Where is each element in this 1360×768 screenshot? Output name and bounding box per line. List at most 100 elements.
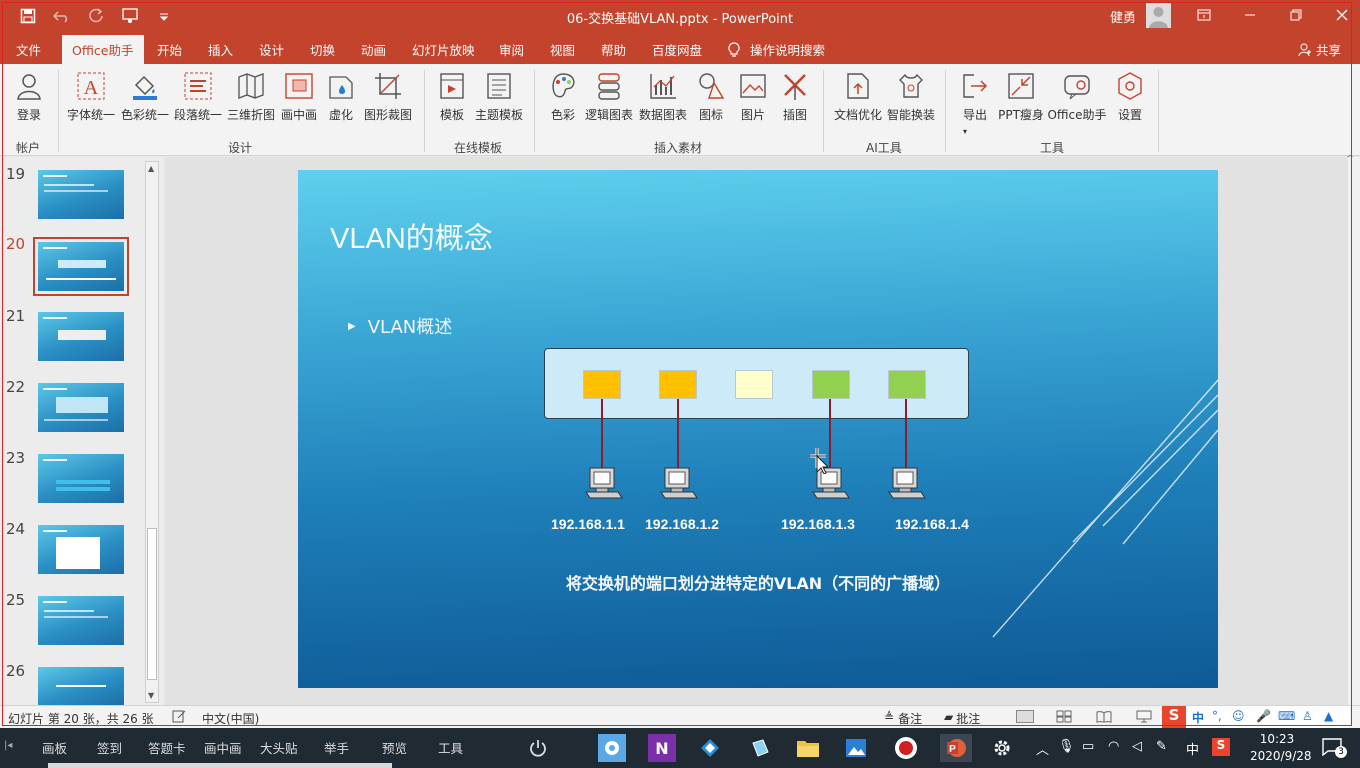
shape-crop-button[interactable]: 图形裁图 xyxy=(360,70,416,123)
sogou-tray-icon[interactable]: S xyxy=(1212,738,1230,756)
taskbar-tool-tools[interactable]: 工具 xyxy=(438,738,463,757)
tab-slideshow[interactable]: 幻灯片放映 xyxy=(412,40,475,59)
avatar[interactable] xyxy=(1146,3,1171,28)
tab-office-assistant[interactable]: Office助手 xyxy=(62,35,144,64)
tab-review[interactable]: 审阅 xyxy=(499,40,524,59)
user-name[interactable]: 健勇 xyxy=(1110,7,1136,26)
scroll-up-icon[interactable]: ▲ xyxy=(148,164,154,173)
slide-sorter-icon[interactable] xyxy=(1056,710,1072,726)
smart-outfit-button[interactable]: 智能换装 xyxy=(883,70,939,123)
ime-skin-icon[interactable]: ▲ xyxy=(1324,709,1333,723)
slide-thumbnail[interactable] xyxy=(38,596,124,645)
minimize-icon[interactable] xyxy=(1238,4,1262,26)
ime-toolbar[interactable]: S 中 °, ☺ 🎤 ⌨ ♙ ▲ xyxy=(1160,706,1350,729)
tab-insert[interactable]: 插入 xyxy=(208,40,233,59)
tab-help[interactable]: 帮助 xyxy=(601,40,626,59)
settings-gear-icon[interactable] xyxy=(988,734,1016,762)
spell-check-icon[interactable] xyxy=(172,710,186,726)
slide-caption[interactable]: 将交换机的端口划分进特定的VLAN（不同的广播域） xyxy=(298,570,1218,594)
pen-icon[interactable]: ✎ xyxy=(1156,739,1167,754)
tab-file[interactable]: 文件 xyxy=(16,40,41,59)
tab-baidu-netdisk[interactable]: 百度网盘 xyxy=(652,40,702,59)
tab-view[interactable]: 视图 xyxy=(550,40,575,59)
share-button[interactable]: 共享 xyxy=(1298,40,1341,59)
tab-transitions[interactable]: 切换 xyxy=(310,40,335,59)
close-icon[interactable] xyxy=(1330,4,1354,26)
settings-button[interactable]: 设置 xyxy=(1102,70,1158,123)
taskbar-tool-big-head[interactable]: 大头贴 xyxy=(260,738,298,757)
font-unify-button[interactable]: A 字体统一 xyxy=(63,70,119,123)
slide-thumbnail[interactable] xyxy=(38,667,124,705)
slide-thumbnail[interactable] xyxy=(38,170,124,219)
ppt-slim-button[interactable]: PPT瘦身 xyxy=(993,70,1049,123)
computer-icon[interactable] xyxy=(887,466,927,504)
power-icon[interactable] xyxy=(524,734,552,762)
tab-home[interactable]: 开始 xyxy=(157,40,182,59)
file-explorer-icon[interactable] xyxy=(794,734,822,762)
taskbar-tool-preview[interactable]: 预览 xyxy=(382,738,407,757)
notes-button[interactable]: ≜ 备注 xyxy=(884,710,922,727)
volume-icon[interactable]: ◁ xyxy=(1132,739,1142,754)
sogou-logo-icon[interactable]: S xyxy=(1162,706,1186,728)
taskbar-collapse-icon[interactable]: |◂ xyxy=(4,740,12,751)
record-icon[interactable] xyxy=(892,734,920,762)
ime-user-icon[interactable]: ♙ xyxy=(1302,709,1313,723)
scrollbar-thumb[interactable] xyxy=(147,528,157,680)
app-diamond-icon[interactable] xyxy=(696,734,724,762)
battery-icon[interactable]: ▭ xyxy=(1082,739,1094,754)
logic-chart-button[interactable]: 逻辑图表 xyxy=(581,70,637,123)
language-indicator[interactable]: 中文(中国) xyxy=(202,710,259,727)
illustration-button[interactable]: 插图 xyxy=(767,70,823,123)
comments-button[interactable]: ▰ 批注 xyxy=(944,710,980,727)
notifications-icon[interactable]: 3 xyxy=(1322,738,1347,758)
slide-thumbnail[interactable] xyxy=(38,454,124,503)
app-cube-icon[interactable] xyxy=(746,734,774,762)
slide-thumbnail[interactable] xyxy=(38,383,124,432)
taskbar-tool-drawing-board[interactable]: 画板 xyxy=(42,738,67,757)
taskbar-tool-sign-in[interactable]: 签到 xyxy=(97,738,122,757)
computer-icon[interactable] xyxy=(584,466,624,504)
taskbar-tool-raise-hand[interactable]: 举手 xyxy=(324,738,349,757)
ime-voice-icon[interactable]: 🎤 xyxy=(1256,709,1271,723)
taskbar-tool-pip[interactable]: 画中画 xyxy=(204,738,242,757)
restore-icon[interactable] xyxy=(1284,4,1308,26)
wifi-icon[interactable]: ◠ xyxy=(1108,739,1119,754)
office-assistant-button[interactable]: Office助手 xyxy=(1047,70,1107,123)
clock[interactable]: 10:23 2020/9/28 xyxy=(1250,731,1312,765)
editor-scrollbar[interactable] xyxy=(1348,157,1360,705)
powerpoint-icon[interactable]: P xyxy=(940,734,972,762)
slide-title[interactable]: VLAN的概念 xyxy=(330,215,493,257)
taskbar-tool-answer-card[interactable]: 答题卡 xyxy=(148,738,186,757)
bullet-item[interactable]: ▶ VLAN概述 xyxy=(348,313,452,339)
scroll-down-icon[interactable]: ▼ xyxy=(148,691,154,700)
app-teacher-icon[interactable] xyxy=(598,734,626,762)
ime-emoji-icon[interactable]: ☺ xyxy=(1232,709,1245,723)
tab-animations[interactable]: 动画 xyxy=(361,40,386,59)
theme-template-button[interactable]: 主题模板 xyxy=(471,70,527,123)
ime-chinese-icon[interactable]: 中 xyxy=(1192,709,1204,726)
photos-icon[interactable] xyxy=(842,734,870,762)
reading-view-icon[interactable] xyxy=(1096,710,1112,726)
tab-design[interactable]: 设计 xyxy=(259,40,284,59)
slide-canvas[interactable]: VLAN的概念 ▶ VLAN概述 192.168.1.1 192.168.1.2… xyxy=(298,170,1218,688)
ribbon-display-icon[interactable] xyxy=(1192,4,1216,26)
doc-optimize-button[interactable]: 文档优化 xyxy=(830,70,886,123)
ime-punctuation-icon[interactable]: °, xyxy=(1212,709,1222,723)
slide-thumbnail-selected[interactable] xyxy=(33,237,129,296)
paragraph-unify-button[interactable]: 段落统一 xyxy=(170,70,226,123)
tray-expand-icon[interactable]: ︿ xyxy=(1036,739,1049,758)
ime-keyboard-icon[interactable]: ⌨ xyxy=(1278,709,1295,723)
color-unify-button[interactable]: 色彩统一 xyxy=(117,70,173,123)
tell-me-search[interactable]: 操作说明搜索 xyxy=(728,40,825,59)
microphone-icon[interactable]: 🎙 xyxy=(1058,739,1075,754)
thumbnail-scrollbar[interactable]: ▲ ▼ xyxy=(145,161,159,703)
ime-indicator[interactable]: 中 xyxy=(1186,739,1199,758)
slideshow-view-icon[interactable] xyxy=(1136,710,1152,726)
slide-thumbnail[interactable] xyxy=(38,525,124,574)
computer-icon[interactable] xyxy=(659,466,699,504)
login-button[interactable]: 登录 xyxy=(1,70,57,123)
slide-thumbnail[interactable] xyxy=(38,312,124,361)
onenote-icon[interactable]: N xyxy=(648,734,676,762)
normal-view-icon[interactable] xyxy=(1016,710,1034,723)
slide-counter[interactable]: 幻灯片 第 20 张，共 26 张 xyxy=(8,710,154,727)
